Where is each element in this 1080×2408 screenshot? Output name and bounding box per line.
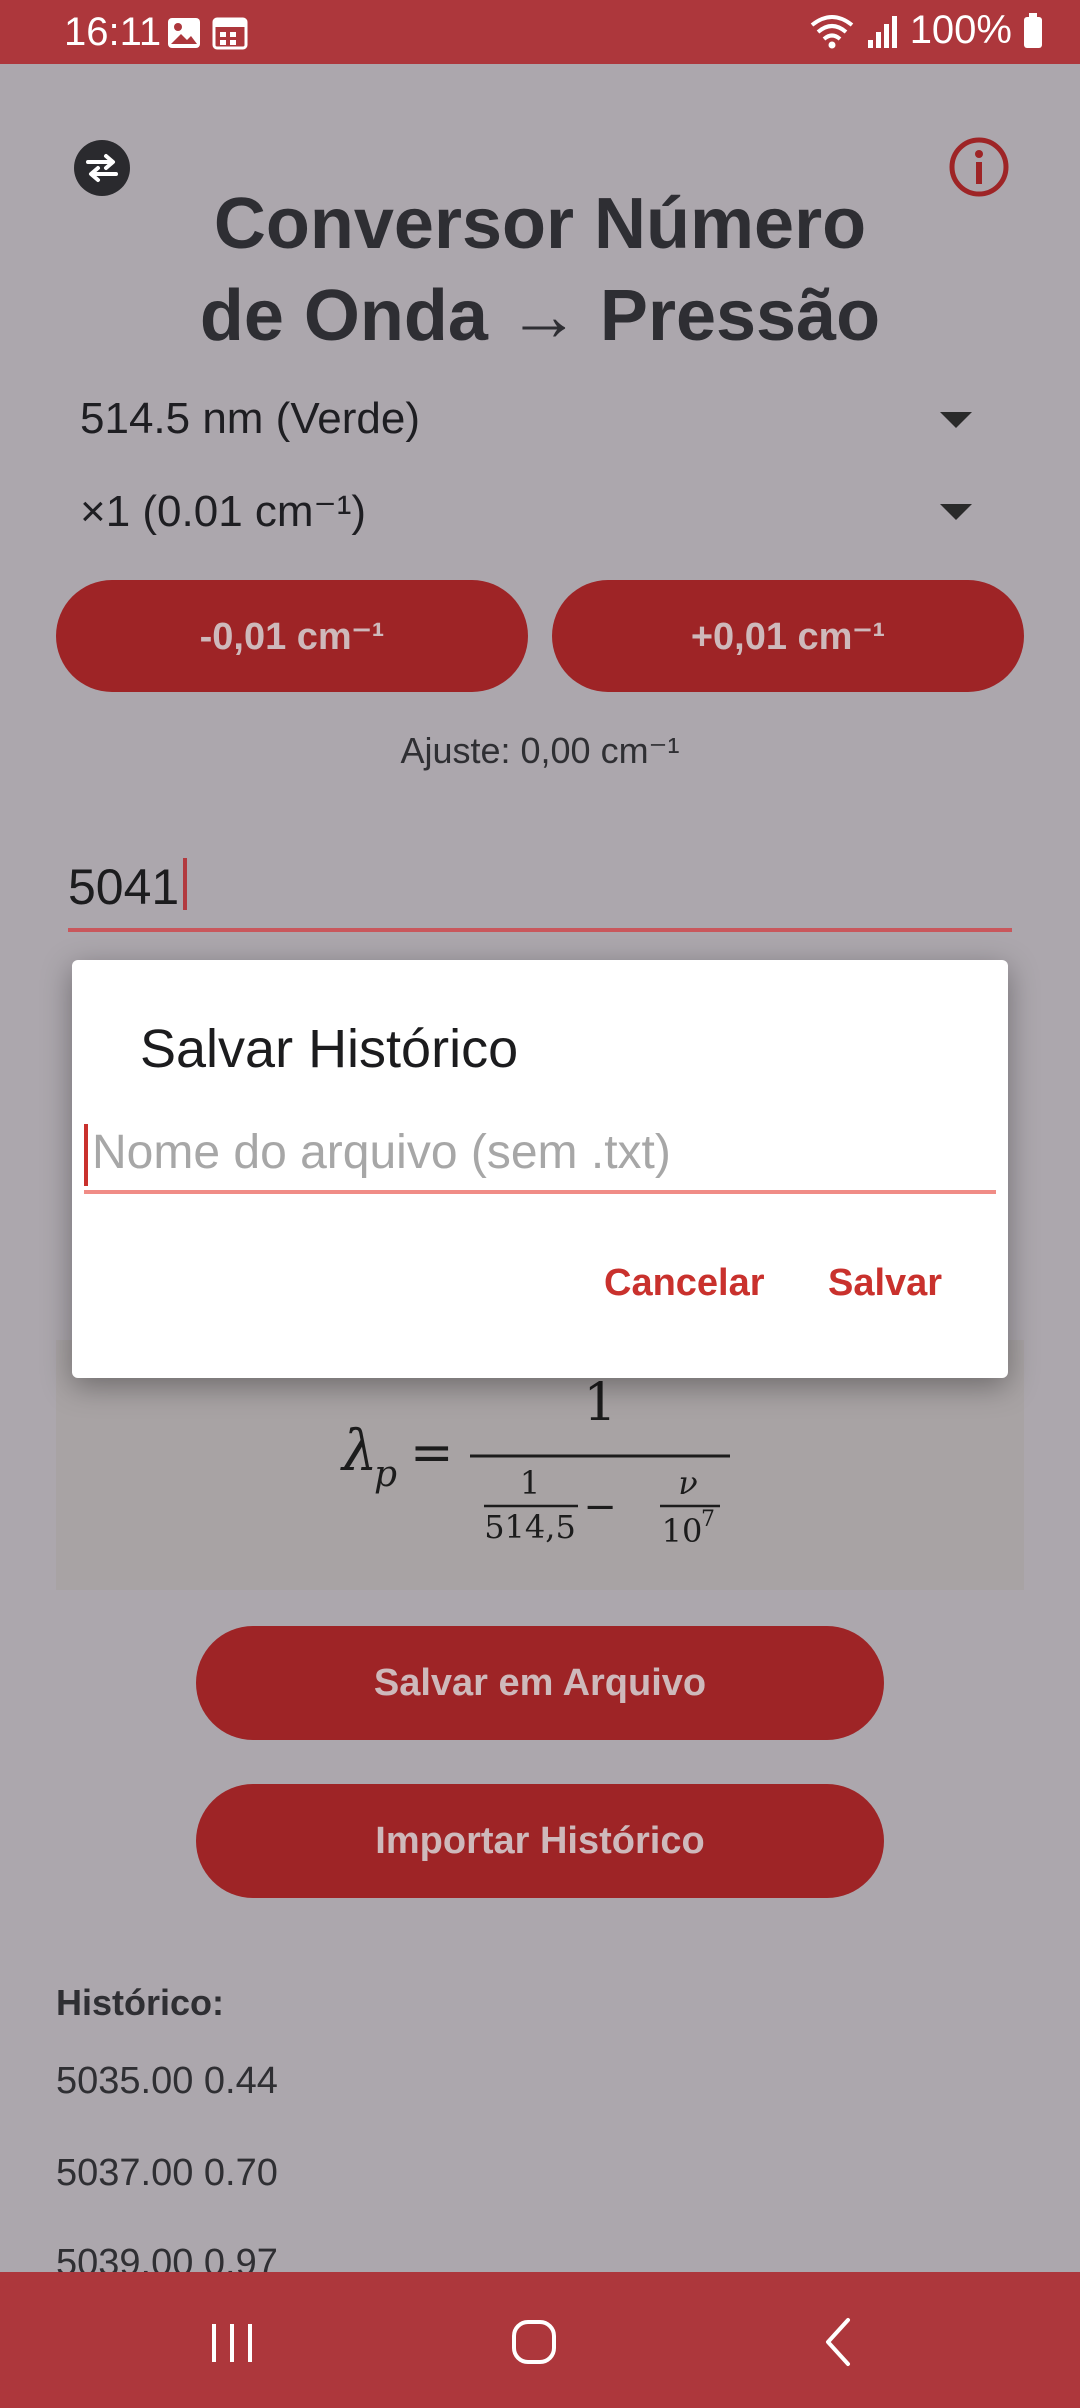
filename-field[interactable] bbox=[84, 1118, 996, 1194]
formula-term2-base: 10 bbox=[662, 1512, 703, 1550]
wavenumber-input[interactable]: 5041 bbox=[68, 858, 1012, 932]
formula-term1-denominator: 514,5 bbox=[484, 1508, 576, 1546]
formula-minus: − bbox=[583, 1484, 617, 1530]
signal-icon bbox=[867, 15, 897, 48]
step-dropdown[interactable]: ×1 (0.01 cm⁻¹) bbox=[80, 486, 980, 546]
calendar-icon bbox=[212, 17, 248, 50]
laser-dropdown-value: 514.5 nm (Verde) bbox=[80, 394, 420, 443]
title-line-2: de Onda → Pressão bbox=[199, 276, 881, 356]
formula-numerator: 1 bbox=[583, 1373, 616, 1433]
formula-term1-numerator: 1 bbox=[520, 1464, 540, 1502]
formula-equals: = bbox=[410, 1423, 454, 1483]
increment-button[interactable]: +0,01 cm⁻¹ bbox=[552, 580, 1024, 692]
formula-term2-numerator: ν bbox=[678, 1464, 697, 1502]
adjust-readout: Ajuste: 0,00 cm⁻¹ bbox=[400, 730, 680, 771]
text-caret bbox=[84, 1124, 88, 1186]
text-caret bbox=[183, 858, 188, 910]
home-icon[interactable] bbox=[494, 2302, 574, 2382]
battery-percent: 100% bbox=[909, 8, 1012, 52]
recents-icon[interactable] bbox=[192, 2302, 272, 2382]
title-line-1: Conversor Número bbox=[213, 184, 867, 264]
filename-input[interactable] bbox=[92, 1118, 992, 1186]
chevron-down-icon bbox=[940, 412, 972, 428]
save-file-button[interactable]: Salvar em Arquivo bbox=[196, 1626, 884, 1740]
formula-term2-exponent: 7 bbox=[701, 1507, 715, 1532]
formula-subscript: p bbox=[374, 1454, 397, 1495]
formula-lambda: λ bbox=[340, 1419, 378, 1484]
back-icon[interactable] bbox=[800, 2302, 880, 2382]
wifi-icon bbox=[810, 14, 853, 48]
gallery-icon bbox=[168, 18, 200, 48]
navigation-bar bbox=[0, 2272, 1080, 2408]
history-title: Histórico: bbox=[56, 1982, 225, 2023]
laser-dropdown[interactable]: 514.5 nm (Verde) bbox=[80, 394, 980, 454]
step-dropdown-value: ×1 (0.01 cm⁻¹) bbox=[80, 487, 367, 536]
dialog-title: Salvar Histórico bbox=[140, 1019, 519, 1079]
decrement-button[interactable]: -0,01 cm⁻¹ bbox=[56, 580, 528, 692]
history-item: 5037.00 0.70 bbox=[56, 2152, 278, 2194]
import-history-button[interactable]: Importar Histórico bbox=[196, 1784, 884, 1898]
battery-icon bbox=[1024, 12, 1042, 48]
chevron-down-icon bbox=[940, 504, 972, 520]
status-time: 16:11 bbox=[64, 10, 162, 54]
history-item: 5035.00 0.44 bbox=[56, 2060, 278, 2102]
wavenumber-value: 5041 bbox=[68, 859, 180, 915]
page-title: Conversor Número de Onda → Pressão bbox=[100, 178, 980, 362]
save-button[interactable]: Salvar bbox=[828, 1262, 942, 1305]
status-bar: 16:11 100% bbox=[0, 0, 1080, 64]
cancel-button[interactable]: Cancelar bbox=[604, 1262, 765, 1305]
save-history-dialog: Salvar Histórico Cancelar Salvar bbox=[72, 960, 1008, 1378]
